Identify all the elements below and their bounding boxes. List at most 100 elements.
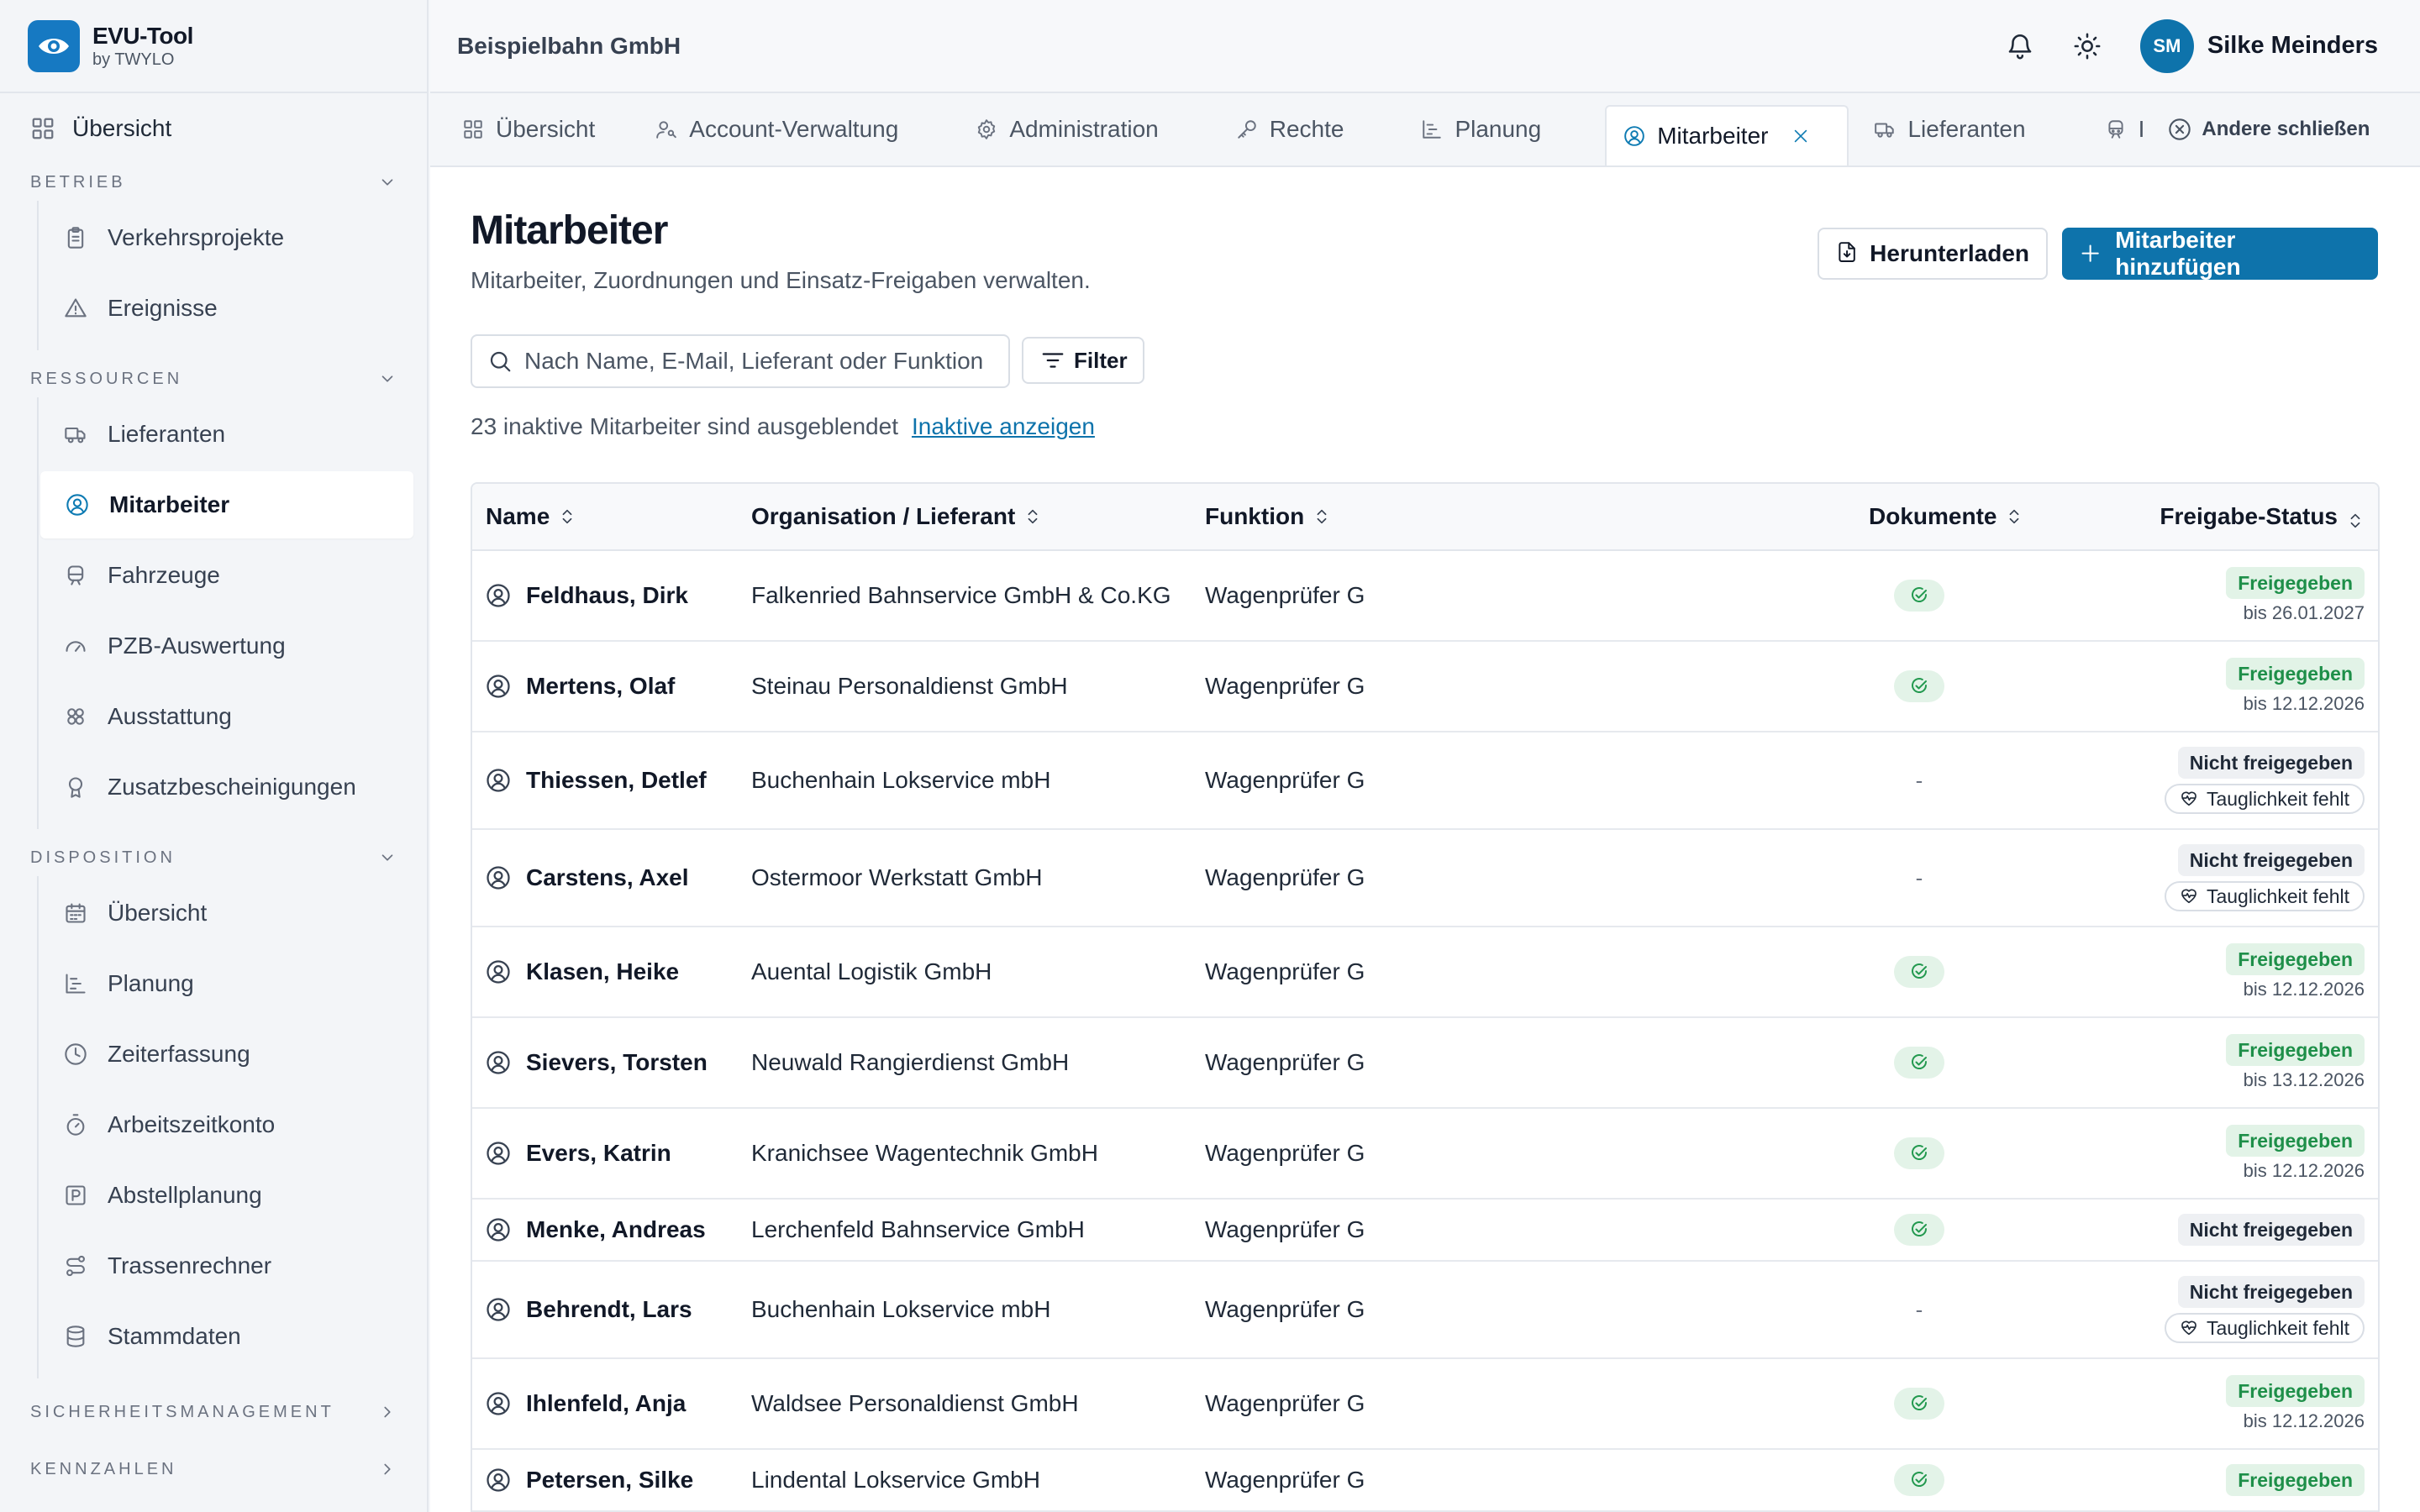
documents-cell: - bbox=[1793, 865, 2045, 891]
download-button[interactable]: Herunterladen bbox=[1818, 228, 2048, 280]
table-row[interactable]: Evers, Katrin Kranichsee Wagentechnik Gmb… bbox=[472, 1109, 2378, 1200]
table-row[interactable]: Behrendt, Lars Buchenhain Lokservice mbH W… bbox=[472, 1262, 2378, 1359]
employee-name-cell[interactable]: Thiessen, Detlef bbox=[472, 767, 751, 794]
check-circle-icon[interactable] bbox=[1894, 1214, 1944, 1246]
section-header-disposition[interactable]: Disposition bbox=[0, 839, 427, 876]
check-circle-icon[interactable] bbox=[1894, 1137, 1944, 1169]
status-cell: Freigegeben bis 26.01.2027 bbox=[2045, 567, 2378, 624]
tab-planung[interactable]: Planung bbox=[1372, 93, 1570, 165]
sidebar-item-arbeitszeitkonto[interactable]: Arbeitszeitkonto bbox=[39, 1091, 413, 1158]
table-row[interactable]: Klasen, Heike Auental Logistik GmbH Wagenp… bbox=[472, 927, 2378, 1018]
close-icon[interactable] bbox=[1791, 127, 1810, 145]
status-cell: Freigegeben bis 12.12.2026 bbox=[2045, 1125, 2378, 1182]
table-row[interactable]: Sievers, Torsten Neuwald Rangierdienst Gm… bbox=[472, 1018, 2378, 1109]
column-header-name[interactable]: Name bbox=[472, 503, 751, 530]
sidebar-item--bersicht[interactable]: Übersicht bbox=[39, 879, 413, 947]
table-row[interactable]: Mertens, Olaf Steinau Personaldienst GmbH… bbox=[472, 642, 2378, 732]
user-circle-icon bbox=[486, 1217, 511, 1242]
check-circle-icon[interactable] bbox=[1894, 1464, 1944, 1496]
sidebar-item-zeiterfassung[interactable]: Zeiterfassung bbox=[39, 1021, 413, 1088]
tab-account-verwaltung[interactable]: Account-Verwaltung bbox=[623, 93, 927, 165]
column-header-dokumente[interactable]: Dokumente bbox=[1793, 503, 2045, 530]
search-input[interactable] bbox=[524, 348, 995, 375]
section-header-ressourcen[interactable]: Ressourcen bbox=[0, 360, 427, 397]
sidebar-item-stammdaten[interactable]: Stammdaten bbox=[39, 1303, 413, 1370]
sun-icon[interactable] bbox=[2073, 32, 2102, 60]
check-circle-icon[interactable] bbox=[1894, 1047, 1944, 1079]
tab-label: Planung bbox=[1455, 116, 1542, 142]
sidebar-item-label: Übersicht bbox=[108, 900, 208, 926]
section-header-sicherheitsmanagement[interactable]: Sicherheitsmanagement bbox=[0, 1394, 427, 1431]
sidebar-item-fahrzeuge[interactable]: Fahrzeuge bbox=[39, 542, 413, 609]
table-row[interactable]: Ihlenfeld, Anja Waldsee Personaldienst Gm… bbox=[472, 1359, 2378, 1450]
show-inactive-link[interactable]: Inaktive anzeigen bbox=[912, 413, 1095, 440]
tab-mitarbeiter[interactable]: Mitarbeiter bbox=[1605, 105, 1849, 165]
sidebar-item-verkehrsprojekte[interactable]: Verkehrsprojekte bbox=[39, 204, 413, 271]
user-circle-icon bbox=[486, 1141, 511, 1166]
employee-name-cell[interactable]: Carstens, Axel bbox=[472, 864, 751, 891]
page-subtitle: Mitarbeiter, Zuordnungen und Einsatz-Fre… bbox=[471, 267, 1091, 293]
column-header-freigabe-status[interactable]: Freigabe-Status bbox=[2045, 503, 2378, 530]
table-row[interactable]: Feldhaus, Dirk Falkenried Bahnservice Gmb… bbox=[472, 551, 2378, 642]
add-employee-button[interactable]: Mitarbeiter hinzufügen bbox=[2062, 227, 2378, 280]
sidebar-item-uebersicht[interactable]: Übersicht bbox=[0, 93, 427, 164]
sidebar-item-label: Mitarbeiter bbox=[109, 491, 230, 517]
tab-rechte[interactable]: Rechte bbox=[1187, 93, 1373, 165]
sidebar-item-ausstattung[interactable]: Ausstattung bbox=[39, 683, 413, 750]
check-circle-icon[interactable] bbox=[1894, 580, 1944, 612]
employee-name-cell[interactable]: Mertens, Olaf bbox=[472, 673, 751, 700]
user-name[interactable]: Silke Meinders bbox=[2207, 32, 2378, 60]
employee-name-cell[interactable]: Petersen, Silke bbox=[472, 1467, 751, 1494]
company-name[interactable]: Beispielbahn GmbH bbox=[457, 33, 681, 60]
employee-name-cell[interactable]: Menke, Andreas bbox=[472, 1216, 751, 1243]
function-cell: Wagenprüfer G bbox=[1205, 1140, 1365, 1166]
column-header-funktion[interactable]: Funktion bbox=[1205, 503, 1793, 530]
search-field[interactable] bbox=[471, 334, 1010, 388]
employee-name-cell[interactable]: Feldhaus, Dirk bbox=[472, 582, 751, 609]
check-circle-icon[interactable] bbox=[1894, 1388, 1944, 1420]
tab-label: I bbox=[2138, 116, 2145, 142]
file-download-icon bbox=[1836, 241, 1858, 266]
table-row[interactable]: Thiessen, Detlef Buchenhain Lokservice mb… bbox=[472, 732, 2378, 830]
check-circle-icon[interactable] bbox=[1894, 956, 1944, 988]
employee-name-cell[interactable]: Klasen, Heike bbox=[472, 958, 751, 985]
table-row[interactable]: Carstens, Axel Ostermoor Werkstatt GmbH Wa… bbox=[472, 830, 2378, 927]
sidebar-item-planung[interactable]: Planung bbox=[39, 950, 413, 1017]
tab-uebersicht[interactable]: Übersicht bbox=[430, 93, 623, 165]
tab-label: Administration bbox=[1009, 116, 1159, 142]
sidebar-item-lieferanten[interactable]: Lieferanten bbox=[39, 401, 413, 468]
column-header-organisation[interactable]: Organisation / Lieferant bbox=[751, 503, 1205, 530]
sidebar-item-ereignisse[interactable]: Ereignisse bbox=[39, 275, 413, 342]
status-badge: Freigegeben bbox=[2226, 1125, 2365, 1157]
employee-name-cell[interactable]: Sievers, Torsten bbox=[472, 1049, 751, 1076]
sidebar-item-abstellplanung[interactable]: Abstellplanung bbox=[39, 1162, 413, 1229]
employee-name-cell[interactable]: Ihlenfeld, Anja bbox=[472, 1390, 751, 1417]
employee-name-cell[interactable]: Evers, Katrin bbox=[472, 1140, 751, 1167]
bell-icon[interactable] bbox=[2006, 32, 2034, 60]
sidebar-item-zusatzbescheinigungen[interactable]: Zusatzbescheinigungen bbox=[39, 753, 413, 821]
sidebar-item-label: Fahrzeuge bbox=[108, 562, 220, 588]
section-header-betrieb[interactable]: Betrieb bbox=[0, 164, 427, 201]
table-row[interactable]: Petersen, Silke Lindental Lokservice GmbH… bbox=[472, 1450, 2378, 1512]
table-row[interactable]: Menke, Andreas Lerchenfeld Bahnservice Gm… bbox=[472, 1200, 2378, 1262]
employee-name-cell[interactable]: Behrendt, Lars bbox=[472, 1296, 751, 1323]
tab-fahrzeuge[interactable]: I bbox=[2054, 93, 2157, 165]
tab-administration[interactable]: Administration bbox=[927, 93, 1186, 165]
tab-lieferanten[interactable]: Lieferanten bbox=[1849, 93, 2054, 165]
filter-button[interactable]: Filter bbox=[1022, 337, 1144, 384]
status-until: bis 26.01.2027 bbox=[2243, 602, 2365, 623]
gear-icon bbox=[976, 118, 997, 140]
sidebar-item-mitarbeiter[interactable]: Mitarbeiter bbox=[40, 471, 413, 538]
close-others-button[interactable]: Andere schließen bbox=[2156, 93, 2370, 165]
brand[interactable]: EVU-Tool by TWYLO bbox=[0, 0, 427, 93]
section-header-kennzahlen[interactable]: Kennzahlen bbox=[0, 1451, 427, 1488]
check-circle-icon[interactable] bbox=[1894, 670, 1944, 702]
sidebar-item-pzb-auswertung[interactable]: PZB-Auswertung bbox=[39, 612, 413, 680]
status-cell: Nicht freigegeben Tauglichkeit fehlt bbox=[2045, 844, 2378, 911]
sidebar-item-trassenrechner[interactable]: Trassenrechner bbox=[39, 1232, 413, 1299]
sidebar-item-label: Ereignisse bbox=[108, 295, 218, 321]
avatar[interactable]: SM bbox=[2139, 18, 2194, 73]
employee-name: Carstens, Axel bbox=[526, 864, 689, 890]
status-badge: Freigegeben bbox=[2226, 1375, 2365, 1407]
missing-chip: Tauglichkeit fehlt bbox=[2164, 881, 2365, 911]
